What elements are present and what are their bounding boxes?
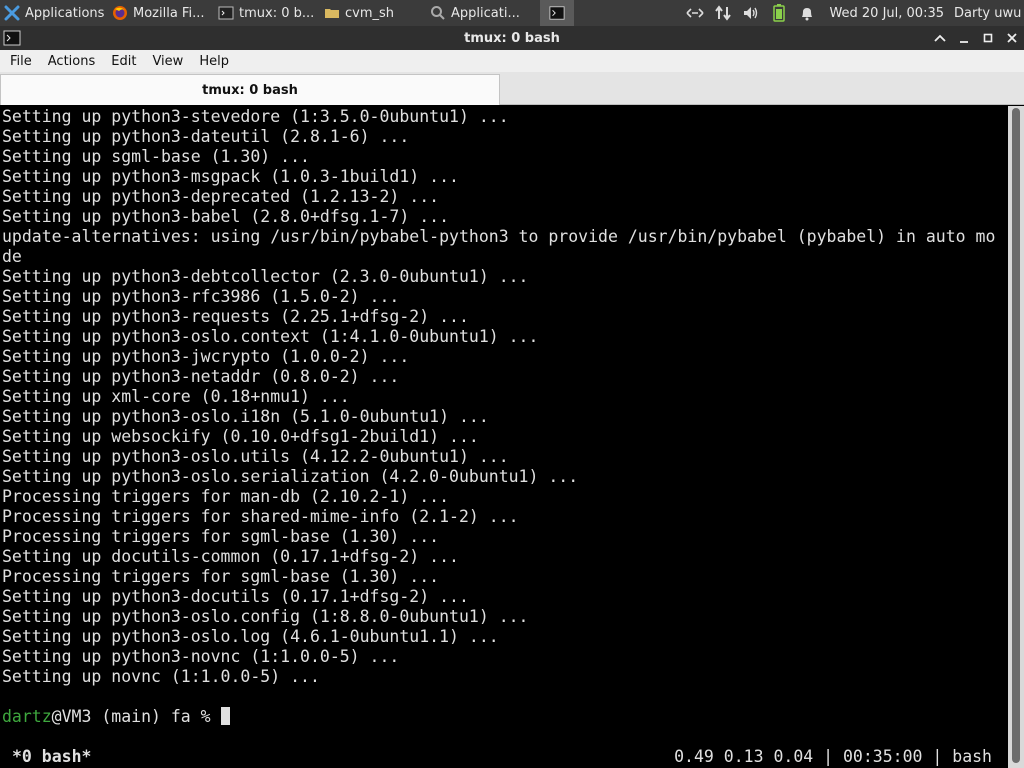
chevron-up-icon — [934, 34, 946, 42]
terminal-line: Processing triggers for sgml-base (1.30)… — [2, 527, 440, 546]
terminal-line: Setting up xml-core (0.18+nmu1) ... — [2, 387, 350, 406]
prompt-host-path: @VM3 (main) fa % — [51, 707, 221, 726]
maximize-icon — [983, 33, 993, 43]
terminal-line: Setting up python3-oslo.log (4.6.1-0ubun… — [2, 627, 499, 646]
terminal-line: Setting up sgml-base (1.30) ... — [2, 147, 310, 166]
tmux-status-right: 0.49 0.13 0.04 | 00:35:00 | bash — [674, 747, 992, 766]
terminal-line: Setting up websockify (0.10.0+dfsg1-2bui… — [2, 427, 479, 446]
window-controls — [928, 27, 1024, 49]
terminal-line: Setting up python3-oslo.serialization (4… — [2, 467, 579, 486]
terminal-line: update-alternatives: using /usr/bin/pyba… — [2, 227, 996, 246]
terminal-line: Setting up python3-netaddr (0.8.0-2) ... — [2, 367, 400, 386]
menu-help[interactable]: Help — [191, 54, 237, 69]
window-title: tmux: 0 bash — [464, 30, 560, 46]
top-panel: Applications Mozilla Fi... tmux: 0 b... … — [0, 0, 1024, 26]
applications-menu-button[interactable]: Applications — [0, 0, 108, 26]
menu-bar: File Actions Edit View Help — [0, 50, 1024, 72]
terminal-scrollbar[interactable] — [1008, 106, 1024, 768]
taskbar-item-label: Mozilla Fi... — [133, 5, 205, 21]
folder-icon — [324, 5, 340, 21]
terminal-line: Setting up python3-jwcrypto (1.0.0-2) ..… — [2, 347, 410, 366]
taskbar-item-appfinder[interactable]: Applicati... — [426, 0, 538, 26]
terminal-line: Setting up python3-requests (2.25.1+dfsg… — [2, 307, 469, 326]
terminal-line: Setting up python3-oslo.i18n (5.1.0-0ubu… — [2, 407, 489, 426]
shell-prompt[interactable]: dartz@VM3 (main) fa % — [2, 707, 1008, 727]
terminal-line: Setting up novnc (1:1.0.0-5) ... — [2, 667, 320, 686]
taskbar-item-label: Applicati... — [451, 5, 520, 21]
close-icon — [1007, 33, 1017, 43]
applications-menu-label: Applications — [25, 5, 105, 21]
taskbar-item-label: tmux: 0 b... — [239, 5, 315, 21]
terminal-icon — [218, 5, 234, 21]
terminal-view[interactable]: Setting up python3-stevedore (1:3.5.0-0u… — [0, 106, 1008, 768]
menu-actions[interactable]: Actions — [40, 54, 104, 69]
taskbar-item-cvm-sh[interactable]: cvm_sh — [320, 0, 426, 26]
tab-tmux-bash[interactable]: tmux: 0 bash — [0, 74, 500, 105]
window-titlebar[interactable]: tmux: 0 bash — [0, 26, 1024, 50]
terminal-line: Setting up python3-oslo.context (1:4.1.0… — [2, 327, 539, 346]
terminal-line: Setting up python3-babel (2.8.0+dfsg.1-7… — [2, 207, 450, 226]
volume-icon[interactable] — [742, 5, 760, 21]
terminal-line: Setting up python3-oslo.config (1:8.8.0-… — [2, 607, 529, 626]
tmux-status-bar: *0 bash* 0.49 0.13 0.04 | 00:35:00 | bas… — [0, 746, 1008, 768]
maximize-button[interactable] — [976, 27, 1000, 49]
taskbar-item-firefox[interactable]: Mozilla Fi... — [108, 0, 214, 26]
terminal-line: Setting up python3-docutils (0.17.1+dfsg… — [2, 587, 469, 606]
terminal-line: Setting up python3-dateutil (2.8.1-6) ..… — [2, 127, 410, 146]
menu-file[interactable]: File — [2, 54, 40, 69]
system-tray: Wed 20 Jul, 00:35 Darty uwu — [681, 0, 1024, 26]
terminal-line: Setting up python3-oslo.utils (4.12.2-0u… — [2, 447, 509, 466]
taskbar-item-label: cvm_sh — [345, 5, 395, 21]
terminal-line: de — [2, 247, 22, 266]
menu-edit[interactable]: Edit — [103, 54, 144, 69]
text-cursor — [220, 707, 230, 725]
xfce-icon — [4, 5, 20, 21]
scrollbar-thumb[interactable] — [1012, 108, 1020, 763]
terminal-line: Setting up python3-rfc3986 (1.5.0-2) ... — [2, 287, 400, 306]
terminal-line: Setting up python3-msgpack (1.0.3-1build… — [2, 167, 459, 186]
close-button[interactable] — [1000, 27, 1024, 49]
firefox-icon — [112, 5, 128, 21]
maximize-up-button[interactable] — [928, 27, 952, 49]
terminal-icon[interactable] — [3, 30, 21, 46]
terminal-line: Setting up python3-novnc (1:1.0.0-5) ... — [2, 647, 400, 666]
terminal-icon — [549, 5, 565, 21]
terminal-line: Setting up python3-deprecated (1.2.13-2)… — [2, 187, 440, 206]
notification-bell-icon[interactable] — [798, 5, 816, 21]
taskbar-item-terminal-active[interactable] — [540, 0, 574, 26]
clock[interactable]: Wed 20 Jul, 00:35 — [829, 6, 944, 21]
terminal-output: Setting up python3-stevedore (1:3.5.0-0u… — [2, 107, 1008, 707]
terminal-line: Setting up docutils-common (0.17.1+dfsg-… — [2, 547, 459, 566]
menu-view[interactable]: View — [144, 54, 191, 69]
terminal-line: Setting up python3-stevedore (1:3.5.0-0u… — [2, 107, 509, 126]
search-icon — [430, 5, 446, 21]
terminal-line: Processing triggers for man-db (2.10.2-1… — [2, 487, 450, 506]
prompt-user: dartz — [2, 707, 52, 726]
terminal-line: Setting up python3-debtcollector (2.3.0-… — [2, 267, 529, 286]
terminal-line: Processing triggers for shared-mime-info… — [2, 507, 519, 526]
tab-strip: tmux: 0 bash — [0, 72, 1024, 105]
network-icon[interactable] — [686, 5, 705, 21]
terminal-line: Processing triggers for sgml-base (1.30)… — [2, 567, 440, 586]
taskbar-item-tmux[interactable]: tmux: 0 b... — [214, 0, 320, 26]
minimize-icon — [960, 41, 968, 43]
tmux-window-list[interactable]: *0 bash* — [0, 746, 91, 768]
battery-icon[interactable] — [770, 4, 788, 22]
minimize-button[interactable] — [952, 27, 976, 49]
tab-label: tmux: 0 bash — [202, 82, 298, 98]
user-menu[interactable]: Darty uwu — [954, 6, 1024, 21]
transfer-arrows-icon[interactable] — [714, 5, 732, 21]
